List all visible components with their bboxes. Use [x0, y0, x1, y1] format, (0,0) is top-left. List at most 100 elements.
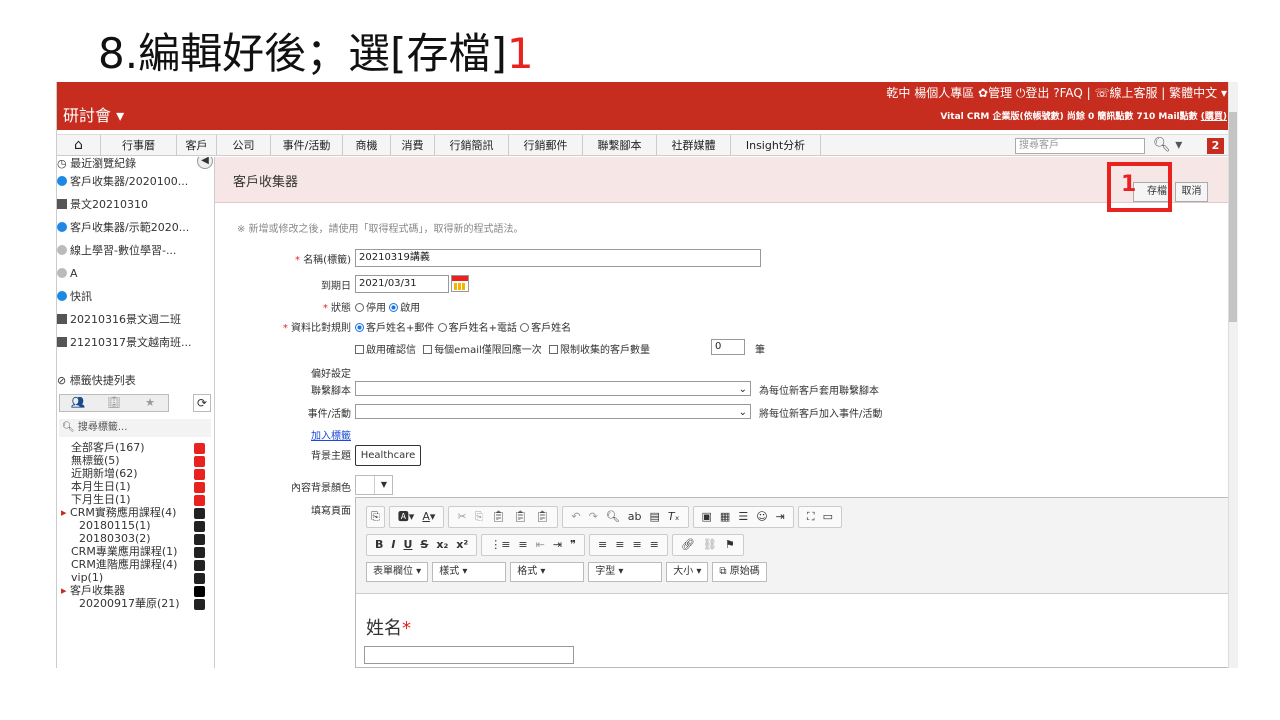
- script-select[interactable]: ⌄: [355, 381, 751, 396]
- tag-item[interactable]: 20180115(1): [79, 520, 211, 532]
- tab-companies[interactable]: 公司: [217, 135, 271, 156]
- crm-app-window: 研討會 ▾ 乾中 楊個人專區 ✿管理 ⏻登出 ?FAQ | ☏線上客服 | 繁體…: [56, 82, 1228, 668]
- rich-text-editor: ⎘ 🅰︎▾ A▾ ✂ ⎘ 📋︎ 📋︎ 📋︎ ↶ ↷ 🔍︎ ab ▤ Tₓ ▣ ▦ ☰ ☺ ⇥ ⛶ ▭ B I U Sx₂ x² ⋮…: [355, 497, 1228, 668]
- recent-item[interactable]: 景文20210310: [57, 195, 213, 215]
- customer-search-input[interactable]: 搜尋客戶: [1015, 138, 1145, 154]
- format-dropdown[interactable]: 格式 ▾: [510, 562, 585, 582]
- align-group[interactable]: ≡ ≡ ≡ ≡: [589, 534, 668, 556]
- tag-item[interactable]: 下月生日(1): [71, 494, 211, 506]
- toolbar-row-2: B I U Sx₂ x² ⋮≡ ≡ ⇤ ⇥ ❞ ≡ ≡ ≡ ≡ 🔗︎ ⛓ ⚑: [366, 534, 748, 558]
- limit-count-field[interactable]: 0: [711, 339, 745, 355]
- recent-item[interactable]: 線上學習-數位學習-...: [57, 241, 213, 261]
- tag-item[interactable]: vip(1): [71, 572, 211, 584]
- toolbar-row-3: 表單欄位 ▾ 樣式 ▾ 格式 ▾ 字型 ▾ 大小 ▾ ⧉ 原始碼: [366, 562, 771, 586]
- source-button[interactable]: ⧉ 原始碼: [712, 562, 767, 582]
- font-dropdown[interactable]: 字型 ▾: [588, 562, 663, 582]
- star-icon: ★: [145, 396, 155, 409]
- bgcolor-label: 內容背景顏色: [291, 483, 351, 494]
- recent-item[interactable]: 21210317景文越南班...: [57, 333, 213, 353]
- due-date-field[interactable]: 2021/03/31: [355, 275, 449, 293]
- recent-item[interactable]: 20210316景文週二班: [57, 310, 213, 330]
- tab-insight[interactable]: Insight分析: [731, 135, 821, 156]
- tag-item[interactable]: CRM專業應用課程(1): [71, 546, 211, 558]
- format-group[interactable]: B I U Sx₂ x²: [366, 534, 478, 556]
- highlight-step-number: 1: [1121, 172, 1137, 197]
- tab-contact-scripts[interactable]: 聯繫腳本: [583, 135, 657, 156]
- recent-item[interactable]: A: [57, 264, 213, 284]
- event-hint: 將每位新客戶加入事件/活動: [759, 409, 883, 420]
- home-icon[interactable]: ⌂: [57, 135, 101, 156]
- tag-item[interactable]: ▸ CRM實務應用課程(4): [61, 507, 211, 519]
- tag-item[interactable]: 20200917華原(21): [79, 598, 211, 610]
- status-label: * 狀態: [322, 303, 351, 314]
- tab-email-marketing[interactable]: 行銷郵件: [509, 135, 583, 156]
- view-group[interactable]: ⛶ ▭: [797, 506, 842, 528]
- tag-item[interactable]: 無標籤(5): [71, 455, 211, 467]
- preview-icon[interactable]: ⎘: [366, 506, 385, 528]
- status-radios[interactable]: 停用 啟用: [355, 299, 420, 314]
- tag-shortcuts-header: ⊘ 標籤快捷列表: [57, 374, 136, 387]
- top-links[interactable]: 乾中 楊個人專區 ✿管理 ⏻登出 ?FAQ | ☏線上客服 | 繁體中文 ▾: [886, 84, 1227, 101]
- tag-filter-tabs[interactable]: 👥︎ 🏢︎ ★: [59, 394, 169, 412]
- recent-item[interactable]: 快訊: [57, 287, 213, 307]
- insert-group[interactable]: ▣ ▦ ☰ ☺ ⇥: [692, 506, 794, 528]
- tab-opportunities[interactable]: 商機: [343, 135, 391, 156]
- tab-social-media[interactable]: 社群媒體: [657, 135, 731, 156]
- recent-history-header: ◷ 最近瀏覽紀錄: [57, 157, 137, 170]
- tab-events[interactable]: 事件/活動: [271, 135, 343, 156]
- sidebar: ◷ 最近瀏覽紀錄 ◀ 客戶收集器/2020100... 景文20210310 客…: [57, 157, 215, 668]
- text-color-group[interactable]: 🅰︎▾ A▾: [388, 506, 445, 528]
- tab-customers[interactable]: 客戶: [177, 135, 217, 156]
- undo-group[interactable]: ↶ ↷ 🔍︎ ab ▤ Tₓ: [562, 506, 689, 528]
- bgcolor-picker[interactable]: ▼: [355, 475, 393, 495]
- slide-title: 8.編輯好後；選[存檔]1: [98, 29, 534, 78]
- notification-badge[interactable]: 2: [1207, 138, 1224, 154]
- style-dropdown[interactable]: 樣式 ▾: [432, 562, 507, 582]
- info-note: ※ 新增或修改之後，請使用「取得程式碼」，取得新的程式語法。: [237, 224, 524, 235]
- theme-button[interactable]: Healthcare: [355, 445, 421, 466]
- chevron-down-icon: ⌄: [738, 384, 747, 395]
- tag-item[interactable]: 近期新增(62): [71, 468, 211, 480]
- due-date-label: 到期日: [321, 281, 351, 292]
- form-fields-dropdown[interactable]: 表單欄位 ▾: [366, 562, 429, 582]
- tag-item[interactable]: 20180303(2): [79, 533, 211, 545]
- workspace-menu[interactable]: 研討會 ▾: [63, 102, 124, 126]
- editor-name-input[interactable]: [364, 646, 574, 664]
- clipboard-group[interactable]: ✂ ⎘ 📋︎ 📋︎ 📋︎: [448, 506, 559, 528]
- tag-search-input[interactable]: 🔍︎ 搜尋標籤...: [59, 419, 211, 437]
- options-checkboxes[interactable]: 啟用確認信 每個email僅限回應一次 限制收集的客戶數量: [351, 341, 650, 356]
- preferences-label: 偏好設定: [311, 369, 351, 380]
- account-info: Vital CRM 企業版(依帳號數) 尚餘 0 簡訊點數 710 Mail點數…: [940, 112, 1227, 122]
- link-group[interactable]: 🔗︎ ⛓ ⚑: [671, 534, 744, 556]
- calendar-icon[interactable]: [451, 275, 469, 292]
- name-label: * 名稱(標籤): [295, 255, 351, 266]
- name-field[interactable]: 20210319講義: [355, 249, 761, 267]
- recent-item[interactable]: 客戶收集器/2020100...: [57, 172, 213, 192]
- rule-label: * 資料比對規則: [282, 323, 351, 334]
- chevron-down-icon: ⌄: [738, 407, 747, 418]
- fill-page-label: 填寫頁面: [311, 506, 351, 517]
- buy-link[interactable]: (購買): [1201, 112, 1227, 122]
- event-select[interactable]: ⌄: [355, 404, 751, 419]
- rule-radios[interactable]: 客戶姓名+郵件 客戶姓名+電話 客戶姓名: [355, 319, 571, 334]
- size-dropdown[interactable]: 大小 ▾: [666, 562, 709, 582]
- cancel-button[interactable]: 取消: [1175, 182, 1208, 202]
- list-group[interactable]: ⋮≡ ≡ ⇤ ⇥ ❞: [481, 534, 585, 556]
- people-icon: 👥︎: [71, 396, 85, 409]
- status-off-radio: [355, 303, 364, 312]
- tab-calendar[interactable]: 行事曆: [101, 135, 177, 156]
- tab-consumption[interactable]: 消費: [391, 135, 435, 156]
- search-icon[interactable]: 🔍︎ ▾: [1153, 137, 1182, 153]
- save-highlight-box: [1107, 162, 1172, 212]
- tag-item[interactable]: CRM進階應用課程(4): [71, 559, 211, 571]
- tag-item[interactable]: 全部客戶(167): [71, 442, 211, 454]
- scrollbar-thumb[interactable]: [1229, 112, 1237, 322]
- tag-item[interactable]: ▸ 客戶收集器: [61, 585, 211, 597]
- status-on-radio: [389, 303, 399, 312]
- chevron-down-icon: ▼: [374, 476, 393, 494]
- recent-item[interactable]: 客戶收集器/示範2020...: [57, 218, 213, 238]
- tag-item[interactable]: 本月生日(1): [71, 481, 211, 493]
- tab-sms-marketing[interactable]: 行銷簡訊: [435, 135, 509, 156]
- add-tag-link[interactable]: 加入標籤: [231, 427, 351, 442]
- refresh-icon[interactable]: ⟳: [193, 394, 211, 412]
